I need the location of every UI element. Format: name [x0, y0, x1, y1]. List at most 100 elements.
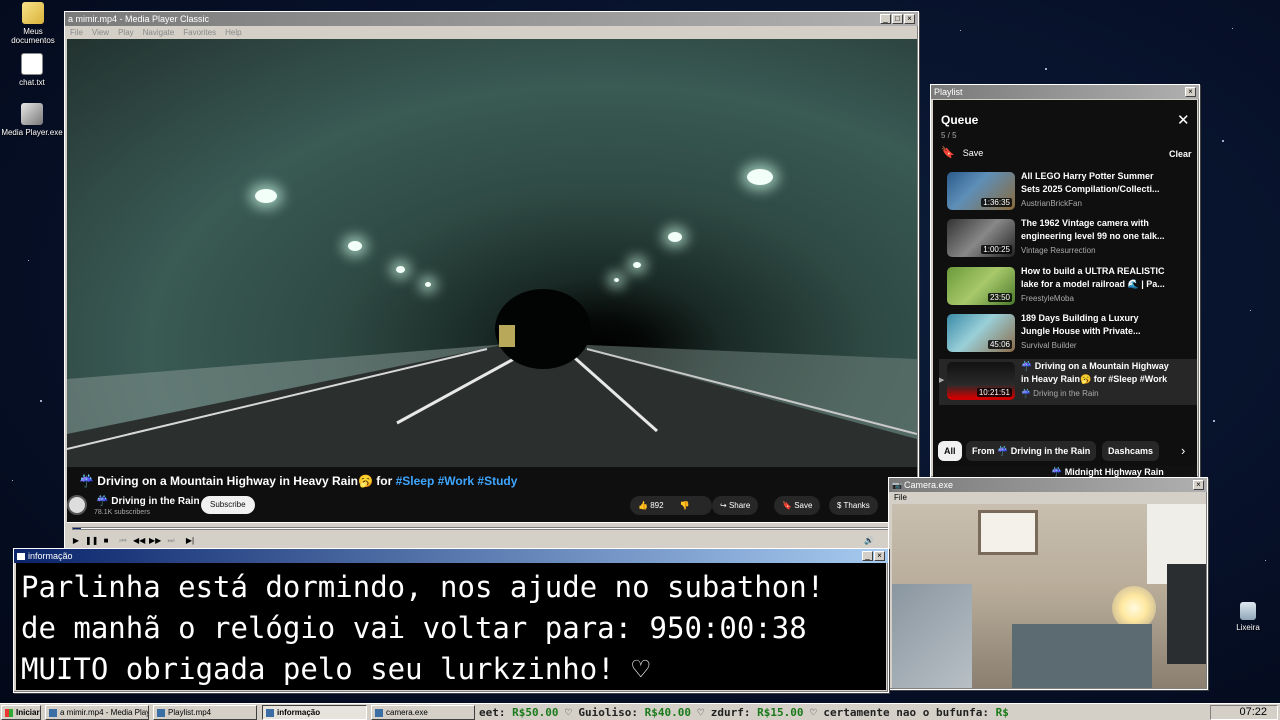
queue-save-button[interactable]: 🔖 Save — [941, 146, 983, 159]
window-title: Camera.exe — [903, 480, 953, 490]
desktop-icon-recycle-bin[interactable]: Lixeira — [1216, 602, 1280, 632]
volume-icon[interactable]: 🔊 — [863, 535, 875, 546]
minimize-button[interactable]: _ — [862, 551, 873, 561]
share-button[interactable]: ↪ Share — [712, 496, 759, 515]
queue-panel: Queue 5 / 5 ✕ 🔖 Save Clear 1:36:35 All L… — [933, 100, 1197, 477]
video-frame[interactable] — [67, 39, 917, 467]
subscribe-button[interactable]: Subscribe — [201, 496, 255, 514]
close-button[interactable]: × — [904, 14, 915, 24]
camera-titlebar[interactable]: 📷 Camera.exe × — [889, 478, 1207, 492]
queue-title: Queue — [941, 113, 979, 127]
now-playing-icon: ▶ — [939, 377, 945, 384]
close-icon[interactable]: ✕ — [1177, 113, 1190, 128]
menu-file[interactable]: File — [70, 28, 83, 37]
video-thumbnail: 1:36:35 — [947, 172, 1015, 210]
fast-forward-icon[interactable]: ▶▶ — [149, 535, 161, 546]
queue-item-channel: FreestyleMoba — [1021, 294, 1074, 303]
camera-menu-file[interactable]: File — [889, 492, 1207, 503]
start-button[interactable]: Iniciar — [1, 705, 41, 720]
info-line: MUITO obrigada pelo seu lurkzinho! ♡ — [21, 652, 650, 686]
queue-item-current[interactable]: ▶ 10:21:51 ☔ Driving on a Mountain Highw… — [939, 359, 1197, 405]
skip-back-icon[interactable]: ⏮ — [117, 535, 129, 546]
video-hashtags[interactable]: #Sleep #Work #Study — [396, 474, 518, 488]
close-button[interactable]: × — [1185, 87, 1196, 97]
chevron-right-icon[interactable]: › — [1181, 443, 1185, 458]
thanks-button[interactable]: $ Thanks — [829, 496, 878, 515]
duration-badge: 1:36:35 — [981, 198, 1012, 207]
text-file-icon — [21, 53, 43, 75]
subscriber-count: 78.1K subscribers — [94, 509, 151, 516]
frame-step-icon[interactable]: ▶| — [184, 535, 196, 546]
media-player-titlebar[interactable]: a mimir.mp4 - Media Player Classic _ □ × — [65, 12, 918, 26]
taskbar-item-playlist[interactable]: Playlist.mp4 — [153, 705, 257, 720]
queue-item-title: 189 Days Building a Luxury Jungle House … — [1021, 313, 1141, 336]
taskbar: Iniciar a mimir.mp4 - Media Playe... Pla… — [0, 703, 1280, 720]
like-button[interactable]: 👍 892 👎 — [630, 496, 712, 515]
thumbs-down-icon[interactable]: 👎 — [680, 501, 690, 510]
play-icon[interactable]: ▶ — [70, 535, 82, 546]
queue-clear-button[interactable]: Clear — [1169, 149, 1192, 159]
minimize-button[interactable]: _ — [880, 14, 891, 24]
duration-badge: 23:50 — [987, 293, 1012, 302]
info-titlebar[interactable]: informação _ × — [14, 549, 888, 563]
window-title: informação — [28, 551, 73, 561]
stop-icon[interactable]: ■ — [100, 535, 112, 546]
maximize-button[interactable]: □ — [892, 14, 903, 24]
menu-navigate[interactable]: Navigate — [143, 28, 175, 37]
tunnel-light — [396, 266, 405, 273]
menu-view[interactable]: View — [92, 28, 109, 37]
player-controls: ▶ ❚❚ ■ ⏮ ◀◀ ▶▶ ⏭ ▶| 🔊 — [67, 522, 917, 548]
desktop-icon-media-player[interactable]: Media Player.exe — [0, 103, 64, 137]
close-button[interactable]: × — [1193, 480, 1204, 490]
queue-item[interactable]: 45:06 189 Days Building a Luxury Jungle … — [939, 311, 1197, 357]
menu-play[interactable]: Play — [118, 28, 134, 37]
channel-name[interactable]: ☔ Driving in the Rain — [96, 496, 200, 507]
seek-bar[interactable] — [72, 527, 912, 530]
window-title: a mimir.mp4 - Media Player Classic — [68, 14, 210, 24]
share-icon: ↪ — [720, 501, 729, 510]
close-button[interactable]: × — [874, 551, 885, 561]
queue-item-title: The 1962 Vintage camera with engineering… — [1021, 218, 1165, 241]
webcam-icon: 📷 — [892, 480, 902, 490]
taskbar-item-media-player[interactable]: a mimir.mp4 - Media Playe... — [45, 705, 149, 720]
tunnel-light — [348, 241, 362, 251]
taskbar-item-informacao[interactable]: informação — [262, 705, 367, 720]
video-title[interactable]: ☔ Driving on a Mountain Highway in Heavy… — [79, 474, 517, 488]
menu-favorites[interactable]: Favorites — [183, 28, 216, 37]
video-thumbnail: 1:00:25 — [947, 219, 1015, 257]
info-line: Parlinha está dormindo, nos ajude no sub… — [21, 570, 825, 604]
queue-item-channel: ☔ Driving in the Rain — [1021, 389, 1099, 398]
tunnel-light — [747, 169, 773, 185]
recycle-bin-icon — [1240, 602, 1256, 620]
skip-forward-icon[interactable]: ⏭ — [165, 535, 177, 546]
app-icon — [266, 709, 274, 717]
bookmark-icon: 🔖 — [782, 501, 795, 510]
chip-from-channel[interactable]: From ☔ Driving in the Rain — [966, 441, 1097, 461]
taskbar-item-camera[interactable]: camera.exe — [371, 705, 475, 720]
rewind-icon[interactable]: ◀◀ — [133, 535, 145, 546]
pause-icon[interactable]: ❚❚ — [85, 535, 98, 546]
donation-ticker: eet: R$50.00 ♡ Guioliso: R$40.00 ♡ zdurf… — [479, 706, 1009, 719]
webcam-feed — [892, 504, 1206, 688]
system-clock[interactable]: 07:22 — [1210, 705, 1278, 720]
truck — [499, 325, 515, 347]
tunnel-light — [255, 189, 277, 203]
video-thumbnail: 10:21:51 — [947, 362, 1015, 400]
playlist-titlebar[interactable]: Playlist × — [931, 85, 1199, 99]
menu-help[interactable]: Help — [225, 28, 241, 37]
folder-icon — [22, 2, 44, 24]
queue-item[interactable]: 1:00:25 The 1962 Vintage camera with eng… — [939, 216, 1197, 262]
chip-all[interactable]: All — [938, 441, 962, 461]
queue-item[interactable]: 1:36:35 All LEGO Harry Potter Summer Set… — [939, 169, 1197, 215]
desktop-icon-documents[interactable]: Meus documentos — [1, 2, 65, 45]
bookmark-icon: 🔖 — [941, 147, 955, 159]
queue-item-title: ☔ Driving on a Mountain Highway in Heavy… — [1021, 361, 1169, 384]
desktop-icon-chat-txt[interactable]: chat.txt — [0, 53, 64, 87]
camera-window: 📷 Camera.exe × File — [888, 477, 1208, 690]
channel-avatar[interactable] — [67, 495, 87, 515]
queue-item[interactable]: 23:50 How to build a ULTRA REALISTIC lak… — [939, 264, 1197, 310]
chip-dashcams[interactable]: Dashcams — [1102, 441, 1160, 461]
seek-bar-fill — [73, 528, 82, 529]
next-video-preview[interactable]: ☔ Midnight Highway Rain — [933, 466, 1197, 477]
save-button[interactable]: 🔖 Save — [774, 496, 821, 515]
